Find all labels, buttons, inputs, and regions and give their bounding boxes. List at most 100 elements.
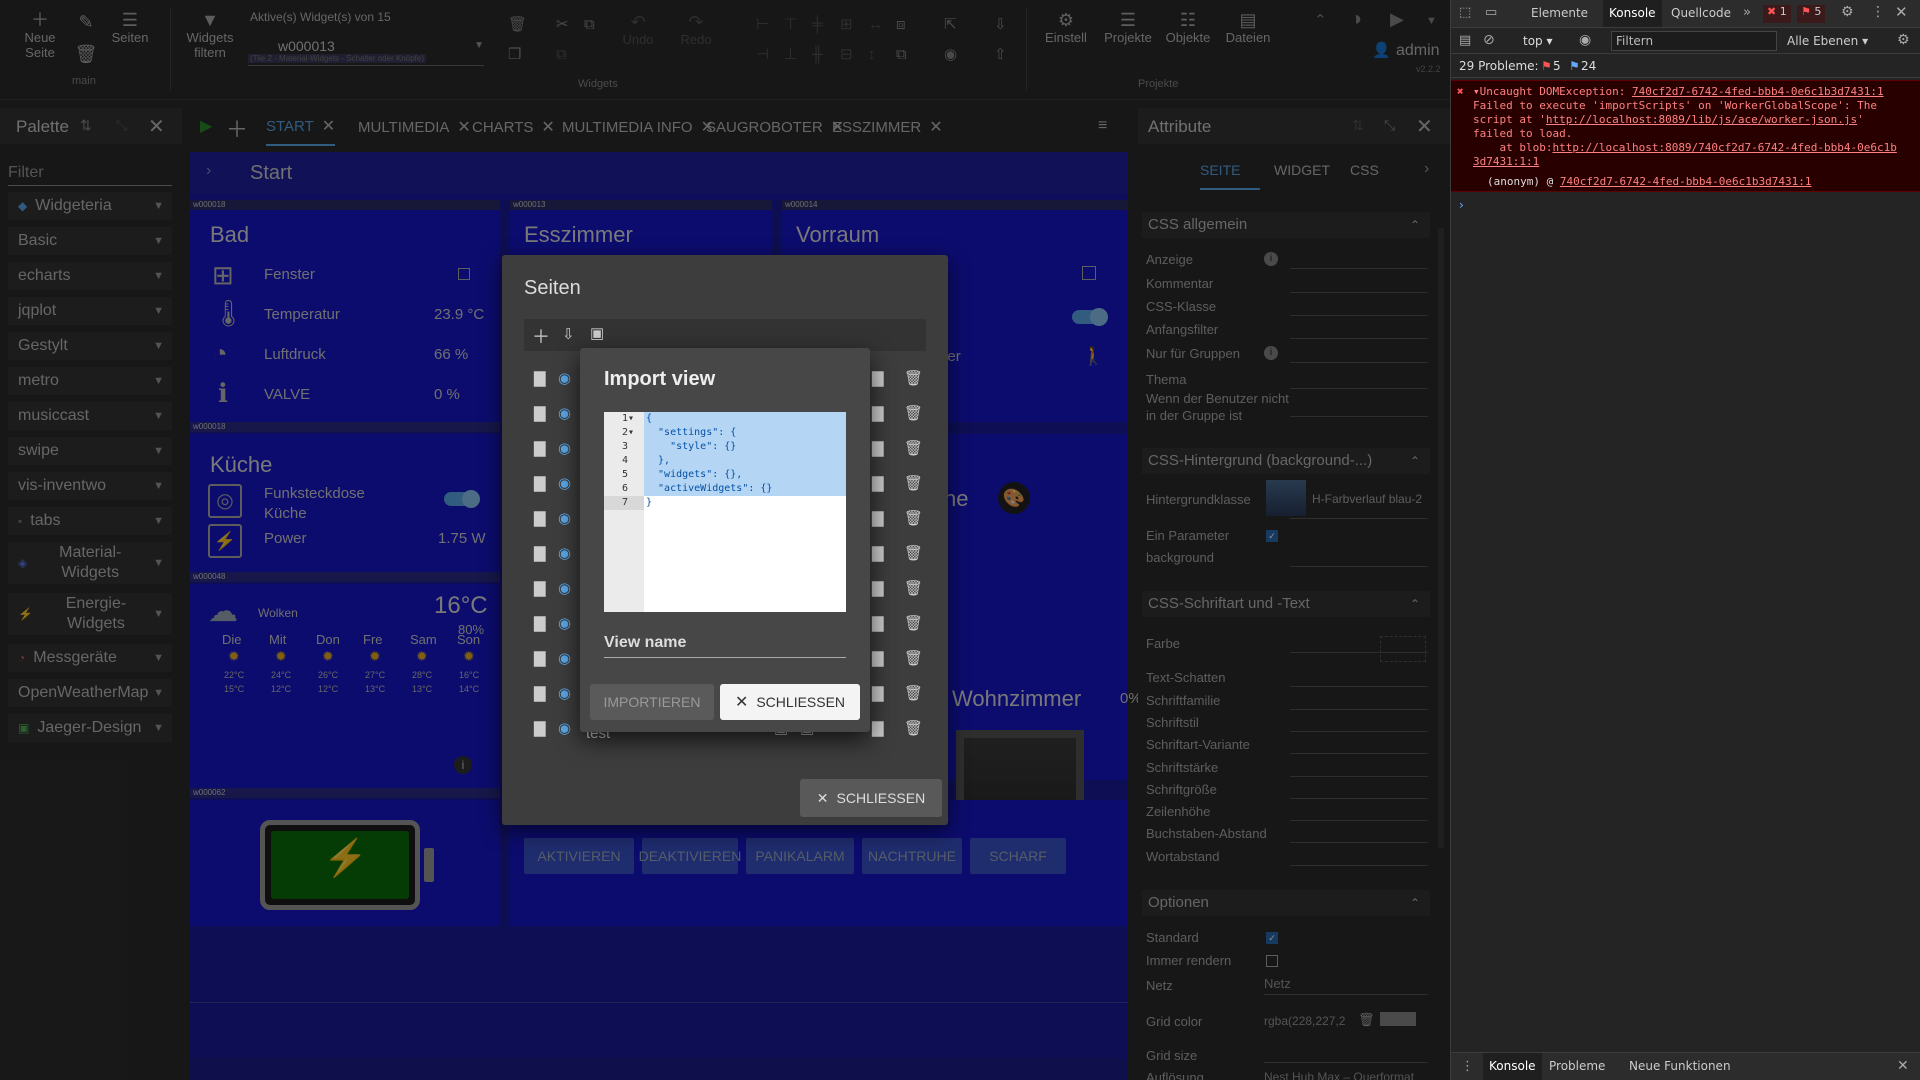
- close-icon: ✕: [734, 694, 749, 711]
- trash-icon[interactable]: 🗑: [904, 404, 923, 422]
- devtools-tab-0[interactable]: Elemente: [1531, 0, 1588, 27]
- copy-icon[interactable]: ▇: [872, 439, 884, 457]
- view-name-input[interactable]: View name: [604, 628, 846, 658]
- copy-icon[interactable]: ▇: [872, 684, 884, 702]
- worker-url-link[interactable]: http://localhost:8089/lib/js/ace/worker-…: [1546, 113, 1857, 126]
- code-line: 3 "style": {}: [621, 441, 737, 452]
- copy-icon[interactable]: ▇: [872, 369, 884, 387]
- page-file-icon: ▇: [534, 720, 546, 737]
- trash-icon[interactable]: 🗑: [904, 544, 923, 562]
- vis-editor: ＋ Neue Seite ✎ 🗑 ☰ Seiten main ▼ Widgets fi…: [0, 0, 1450, 1080]
- page-file-icon: ▇: [534, 440, 546, 457]
- copy-icon[interactable]: ▇: [872, 474, 884, 492]
- levels-select[interactable]: Alle Ebenen ▾: [1787, 34, 1868, 48]
- eye-icon[interactable]: ◉: [558, 579, 571, 597]
- warning-badge[interactable]: ⚑ 5: [1797, 5, 1826, 23]
- close-icon[interactable]: ✕: [1895, 3, 1908, 21]
- dialog-title: Seiten: [524, 277, 581, 299]
- trash-icon[interactable]: 🗑: [904, 649, 923, 667]
- drawer-tabbar: ⋮ Konsole Probleme Neue Funktionen ✕: [1451, 1052, 1920, 1080]
- drawer-tab-2[interactable]: Neue Funktionen: [1629, 1053, 1731, 1080]
- dialog-title: Import view: [604, 368, 716, 390]
- code-line: 2▾ "settings": {: [621, 427, 737, 438]
- info-flag-icon: ⚑: [1569, 59, 1580, 73]
- eye-icon[interactable]: ◉: [558, 544, 571, 562]
- blob-url-link-cont[interactable]: 3d7431:1:1: [1473, 155, 1539, 168]
- error-source-link[interactable]: 740cf2d7-6742-4fed-bbb4-0e6c1b3d7431:1: [1632, 85, 1884, 98]
- trash-icon[interactable]: 🗑: [904, 614, 923, 632]
- page-file-icon: ▇: [534, 580, 546, 597]
- error-icon: ✖: [1767, 5, 1777, 18]
- trash-icon[interactable]: 🗑: [904, 684, 923, 702]
- trash-icon[interactable]: 🗑: [904, 439, 923, 457]
- eye-icon[interactable]: ◉: [558, 684, 571, 702]
- plus-icon[interactable]: ＋: [532, 323, 550, 349]
- console-prompt[interactable]: ›: [1459, 198, 1464, 212]
- json-editor[interactable]: 1▾{2▾ "settings": {3 "style": {} 4 }, 5 "w…: [604, 412, 846, 612]
- console-toolbar: ▤ ⊘ top ▾ ◉ Filtern Alle Ebenen ▾ ⚙: [1451, 28, 1920, 54]
- close-import-button[interactable]: ✕ SCHLIESSEN: [720, 684, 860, 720]
- kebab-icon[interactable]: ⋮: [1461, 1059, 1474, 1074]
- page-file-icon: ▇: [534, 615, 546, 632]
- eye-icon[interactable]: ◉: [558, 719, 571, 737]
- copy-icon[interactable]: ▇: [872, 719, 884, 737]
- more-tabs-icon[interactable]: »: [1743, 5, 1751, 20]
- import-icon[interactable]: ⇩: [562, 325, 575, 343]
- eye-icon[interactable]: ◉: [558, 614, 571, 632]
- page-file-icon: ▇: [534, 405, 546, 422]
- sidebar-icon[interactable]: ▤: [1459, 33, 1471, 48]
- import-view-dialog: Import view 1▾{ 2▾ "settings": { 3 "style"…: [580, 348, 870, 732]
- page-file-icon: ▇: [534, 545, 546, 562]
- eye-icon[interactable]: ◉: [1579, 32, 1591, 48]
- eye-icon[interactable]: ◉: [558, 509, 571, 527]
- page-file-icon: ▇: [534, 650, 546, 667]
- device-icon[interactable]: ▭: [1485, 5, 1497, 20]
- context-select[interactable]: top ▾: [1523, 34, 1553, 48]
- inspect-icon[interactable]: ⬚: [1459, 5, 1471, 20]
- error-badge[interactable]: ✖ 1: [1763, 5, 1791, 23]
- import-button[interactable]: IMPORTIEREN: [590, 684, 714, 720]
- trash-icon[interactable]: 🗑: [904, 579, 923, 597]
- copy-icon[interactable]: ▇: [872, 509, 884, 527]
- copy-icon[interactable]: ▇: [872, 404, 884, 422]
- eye-icon[interactable]: ◉: [558, 649, 571, 667]
- problems-bar[interactable]: 29 Probleme: ⚑ 5 ⚑ 24: [1451, 54, 1920, 78]
- trash-icon[interactable]: 🗑: [904, 369, 923, 387]
- kebab-icon[interactable]: ⋮: [1871, 4, 1885, 20]
- eye-icon[interactable]: ◉: [558, 439, 571, 457]
- copy-icon[interactable]: ▇: [872, 614, 884, 632]
- console-filter-input[interactable]: Filtern: [1611, 31, 1777, 51]
- anon-source-link[interactable]: 740cf2d7-6742-4fed-bbb4-0e6c1b3d7431:1: [1560, 175, 1812, 188]
- clear-console-icon[interactable]: ⊘: [1483, 32, 1495, 48]
- drawer-tab-0[interactable]: Konsole: [1483, 1053, 1542, 1080]
- code-line: 1▾{: [621, 413, 653, 424]
- devtools-tabbar: ⬚ ▭ Elemente Konsole Quellcode » ✖ 1 ⚑ 5 ⚙…: [1451, 0, 1920, 28]
- trash-icon[interactable]: 🗑: [904, 509, 923, 527]
- drawer-tab-1[interactable]: Probleme: [1549, 1053, 1605, 1080]
- code-line: 5 "widgets": {},: [621, 469, 743, 480]
- blob-url-link[interactable]: http://localhost:8089/740cf2d7-6742-4fed…: [1552, 141, 1896, 154]
- trash-icon[interactable]: 🗑: [904, 719, 923, 737]
- page-file-icon: ▇: [534, 510, 546, 527]
- eye-icon[interactable]: ◉: [558, 404, 571, 422]
- close-pages-button[interactable]: ✕ SCHLIESSEN: [800, 779, 942, 817]
- close-icon: ✕: [816, 789, 829, 806]
- devtools-tab-1[interactable]: Konsole: [1603, 0, 1662, 27]
- trash-icon[interactable]: 🗑: [904, 474, 923, 492]
- devtools-panel: ⬚ ▭ Elemente Konsole Quellcode » ✖ 1 ⚑ 5 ⚙…: [1450, 0, 1920, 1080]
- copy-icon[interactable]: ▇: [872, 579, 884, 597]
- copy-icon[interactable]: ▇: [872, 544, 884, 562]
- devtools-tab-2[interactable]: Quellcode: [1671, 0, 1731, 27]
- add-folder-icon[interactable]: ▣: [590, 324, 604, 342]
- page-file-icon: ▇: [534, 475, 546, 492]
- eye-icon[interactable]: ◉: [558, 369, 571, 387]
- gear-icon[interactable]: ⚙: [1841, 4, 1854, 20]
- copy-icon[interactable]: ▇: [872, 649, 884, 667]
- settings-icon[interactable]: ⚙: [1897, 32, 1910, 48]
- page-file-icon: ▇: [534, 370, 546, 387]
- flag-icon: ⚑: [1541, 59, 1552, 73]
- error-icon: ✖: [1457, 85, 1464, 98]
- code-line: 7 }: [621, 497, 653, 508]
- close-drawer-icon[interactable]: ✕: [1897, 1058, 1909, 1074]
- eye-icon[interactable]: ◉: [558, 474, 571, 492]
